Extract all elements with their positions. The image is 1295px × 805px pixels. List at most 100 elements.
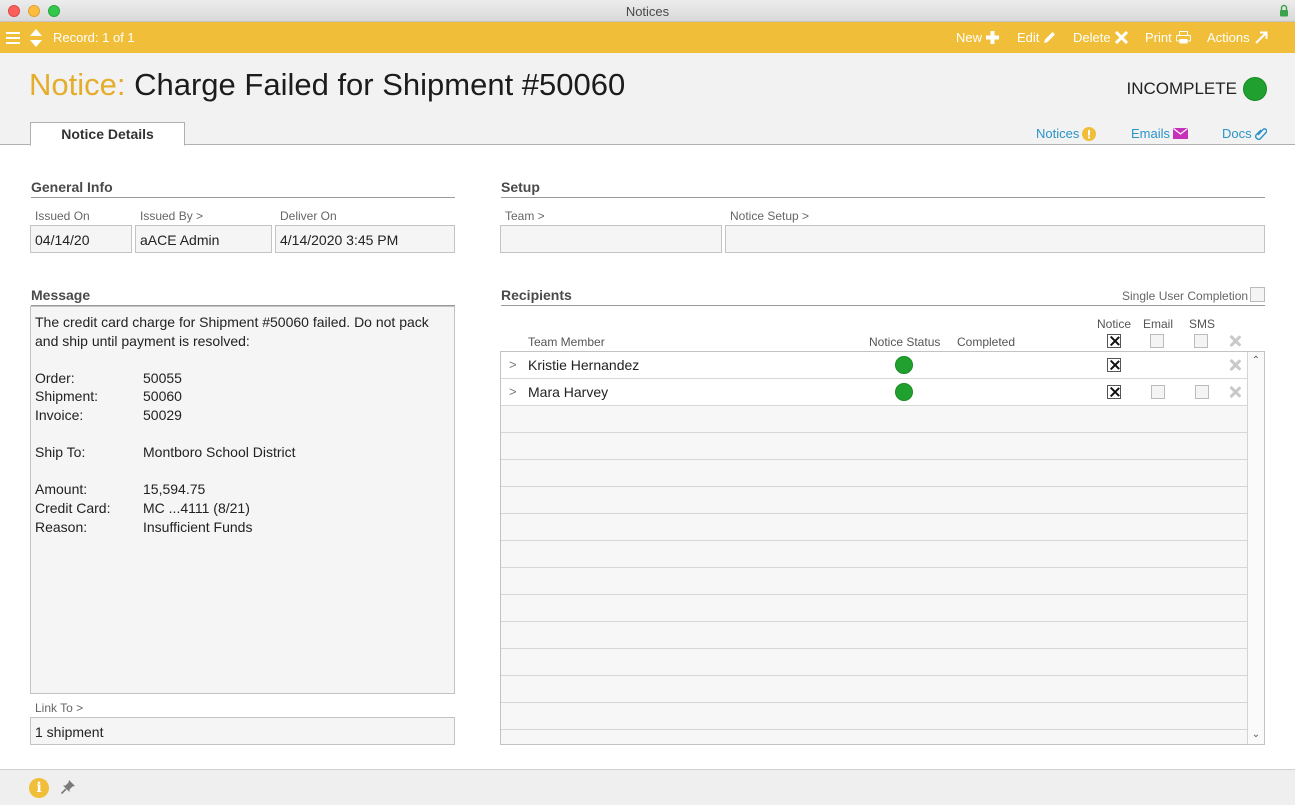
issued-on-field[interactable]: 04/14/20 [30, 225, 132, 253]
issued-by-field[interactable]: aACE Admin [135, 225, 272, 253]
message-row: Ship To: Montboro School District [35, 443, 450, 462]
window-title-bar: Notices [0, 0, 1295, 22]
notices-link[interactable]: Notices [1036, 126, 1097, 141]
lock-icon [1280, 4, 1288, 17]
message-key: Credit Card: [35, 499, 111, 516]
emails-link[interactable]: Emails [1131, 126, 1189, 141]
scroll-down-icon[interactable]: ⌄ [1248, 728, 1264, 742]
empty-row[interactable] [501, 676, 1248, 703]
empty-row[interactable] [501, 514, 1248, 541]
edit-button[interactable]: Edit [1017, 22, 1056, 53]
empty-row[interactable] [501, 649, 1248, 676]
message-key: Reason: [35, 518, 88, 535]
recipient-name: Kristie Hernandez [528, 357, 640, 373]
envelope-icon [1173, 128, 1189, 139]
message-value: 15,594.75 [143, 481, 206, 498]
status-label: INCOMPLETE [1126, 79, 1237, 98]
single-user-completion-label: Single User Completion [1122, 289, 1249, 303]
pin-icon[interactable] [60, 779, 76, 795]
issued-by-label[interactable]: Issued By > [140, 209, 203, 223]
paperclip-icon [1254, 127, 1267, 140]
tab-notice-details[interactable]: Notice Details [30, 122, 185, 146]
printer-icon [1175, 31, 1191, 44]
record-header: Notice: Charge Failed for Shipment #5006… [0, 53, 1295, 146]
status-dot-icon [895, 356, 913, 374]
pencil-icon [1044, 32, 1056, 43]
deliver-on-field[interactable]: 4/14/2020 3:45 PM [275, 225, 455, 253]
sms-checkbox[interactable] [1195, 385, 1209, 399]
window-title: Notices [625, 4, 670, 19]
team-label[interactable]: Team > [505, 209, 545, 223]
empty-row[interactable] [501, 406, 1248, 433]
delete-button-label: Delete [1073, 30, 1111, 45]
recipient-name: Mara Harvey [528, 384, 609, 400]
notice-all-checkbox[interactable] [1107, 334, 1121, 348]
page-title-text: Charge Failed for Shipment #50060 [134, 67, 626, 102]
email-all-checkbox[interactable] [1150, 334, 1164, 348]
empty-row[interactable] [501, 433, 1248, 460]
status-dot-icon [895, 383, 913, 401]
col-notice: Notice [1097, 317, 1132, 331]
link-to-label[interactable]: Link To > [35, 701, 83, 715]
message-field[interactable]: The credit card charge for Shipment #500… [30, 306, 455, 694]
docs-link-label: Docs [1222, 126, 1252, 141]
issued-on-label: Issued On [35, 209, 90, 223]
status-indicator: INCOMPLETE [1126, 77, 1267, 101]
print-button[interactable]: Print [1145, 22, 1191, 53]
empty-row[interactable] [501, 487, 1248, 514]
actions-button-label: Actions [1207, 30, 1250, 45]
col-team-member: Team Member [528, 335, 605, 349]
status-dot-icon [1243, 77, 1267, 101]
delete-all-x-icon[interactable] [1229, 335, 1241, 347]
x-icon [1114, 31, 1128, 44]
plus-icon [986, 31, 1000, 44]
empty-row[interactable] [501, 703, 1248, 730]
empty-row[interactable] [501, 568, 1248, 595]
table-row[interactable]: > Mara Harvey [501, 379, 1248, 406]
deliver-on-label: Deliver On [280, 209, 337, 223]
col-notice-status: Notice Status [869, 335, 941, 349]
message-value: MC ...4111 (8/21) [143, 499, 250, 516]
message-key: Shipment: [35, 388, 99, 405]
actions-button[interactable]: Actions [1207, 22, 1268, 53]
row-expand-arrow[interactable]: > [509, 357, 517, 372]
arrow-out-icon [1254, 31, 1268, 44]
table-row[interactable]: > Kristie Hernandez [501, 352, 1248, 379]
team-field[interactable] [500, 225, 722, 253]
toolbar: Record: 1 of 1 New Edit Delete Print Act… [0, 22, 1295, 53]
email-checkbox[interactable] [1151, 385, 1165, 399]
empty-row[interactable] [501, 622, 1248, 649]
message-row: Amount: 15,594.75 [35, 480, 450, 499]
recipients-portal: > Kristie Hernandez > Mara Harvey ⌃ ⌄ [500, 351, 1265, 745]
message-value: 50055 [143, 369, 182, 386]
message-key: Ship To: [35, 444, 86, 461]
notice-setup-field[interactable] [725, 225, 1265, 253]
new-button[interactable]: New [956, 22, 1000, 53]
message-key: Order: [35, 369, 75, 386]
delete-button[interactable]: Delete [1073, 22, 1128, 53]
link-to-field[interactable]: 1 shipment [30, 717, 455, 745]
message-row: Credit Card: MC ...4111 (8/21) [35, 499, 450, 518]
record-navigator[interactable] [29, 22, 43, 53]
empty-row[interactable] [501, 460, 1248, 487]
portal-scrollbar[interactable]: ⌃ ⌄ [1247, 352, 1264, 744]
scroll-up-icon[interactable]: ⌃ [1248, 354, 1264, 368]
page-title-prefix: Notice: [29, 67, 126, 102]
notice-checkbox[interactable] [1107, 385, 1121, 399]
notice-checkbox[interactable] [1107, 358, 1121, 372]
row-expand-arrow[interactable]: > [509, 384, 517, 399]
single-user-completion-checkbox[interactable] [1250, 287, 1265, 302]
delete-row-x-icon[interactable] [1229, 386, 1241, 398]
docs-link[interactable]: Docs [1222, 126, 1267, 141]
info-icon[interactable]: i [29, 778, 49, 798]
notice-setup-label[interactable]: Notice Setup > [730, 209, 809, 223]
empty-row[interactable] [501, 595, 1248, 622]
empty-row[interactable] [501, 541, 1248, 568]
sms-all-checkbox[interactable] [1194, 334, 1208, 348]
delete-row-x-icon[interactable] [1229, 359, 1241, 371]
message-heading: Message [31, 287, 455, 306]
message-key: Amount: [35, 481, 88, 498]
notices-link-label: Notices [1036, 126, 1080, 141]
status-footer: i [0, 769, 1295, 805]
menu-button[interactable] [6, 22, 20, 53]
